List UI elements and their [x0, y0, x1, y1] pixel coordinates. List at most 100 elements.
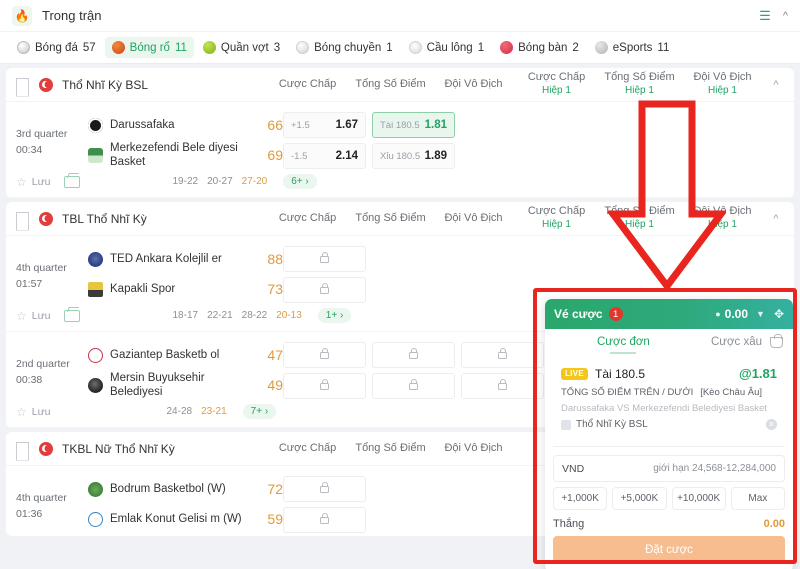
save-label: Lưu	[31, 405, 51, 418]
save-match-button[interactable]: ☆ Lưu	[16, 406, 50, 418]
match-timer: 00:38	[16, 374, 43, 387]
betslip-header: Vé cược 1 ● 0.00 ▼ ✥	[545, 299, 793, 329]
odd-button[interactable]: +1.5 1.67	[283, 112, 366, 138]
star-icon: ☆	[16, 404, 27, 419]
stake-input[interactable]: VND giới hạn 24,568-12,284,000	[553, 455, 785, 482]
quick-amount-button[interactable]: +10,000K	[671, 487, 726, 510]
sport-tab-tennis[interactable]: Quần vợt 3	[196, 37, 287, 58]
odds-column-handicap: +1.5 1.67 -1.5 2.14	[283, 112, 366, 170]
more-markets-button[interactable]: 6+ ›	[283, 174, 317, 189]
sport-tab-esports[interactable]: eSports 11	[588, 37, 677, 58]
market-column-title: Cược Chấp	[527, 205, 586, 218]
home-team-row: Darussafaka 66	[88, 110, 283, 140]
star-icon: ☆	[16, 308, 27, 323]
save-match-button[interactable]: ☆ Lưu	[16, 176, 50, 188]
bookmark-icon[interactable]	[16, 77, 29, 92]
odds-column-handicap	[283, 342, 366, 400]
tab-single-bet[interactable]: Cược đơn	[597, 336, 650, 348]
tab-parlay-bet[interactable]: Cược xâu	[711, 336, 762, 348]
team-score: 49	[267, 377, 283, 393]
match-timer: 01:36	[16, 508, 43, 521]
place-bet-button[interactable]: Đặt cược	[553, 536, 785, 563]
chevron-up-icon[interactable]: ^	[783, 10, 788, 22]
market-column-sub: Hiệp 1	[625, 85, 654, 97]
odd-price: 1.89	[424, 150, 447, 162]
league-name: TKBL Nữ Thổ Nhĩ Kỳ	[62, 441, 175, 456]
team-name: Darussafaka	[110, 118, 175, 131]
bookmark-icon[interactable]	[16, 211, 29, 226]
market-column-winner: Đội Vô Địch	[432, 442, 515, 456]
star-icon: ☆	[16, 174, 27, 189]
more-markets-button[interactable]: 1+ ›	[317, 308, 352, 323]
selection-main: LIVE Tài 180.5 @1.81	[561, 366, 777, 381]
market-column-winner: Đội Vô Địch	[432, 212, 515, 226]
sport-tab-basketball[interactable]: Bóng rổ 11	[104, 37, 194, 58]
market-column-winner-h1: Đội Vô Địch Hiệp 1	[681, 205, 764, 231]
league-header[interactable]: TBL Thổ Nhĩ Kỳ Cược Chấp Tổng Số Điểm Độ…	[6, 202, 794, 236]
sport-tab-label: Bóng đá	[35, 41, 78, 54]
tennis-ball-icon	[202, 41, 216, 54]
market-column-title: Tổng Số Điểm	[604, 205, 675, 218]
betslip-selection: LIVE Tài 180.5 @1.81 TỔNG SỐ ĐIỂM TRÊN /…	[553, 359, 785, 438]
sport-tab-count: 1	[477, 41, 485, 54]
chevron-down-icon[interactable]: ▼	[756, 309, 765, 319]
team-score: 88	[267, 251, 283, 267]
team-name: Bodrum Basketbol (W)	[110, 482, 226, 495]
move-handle-icon[interactable]: ✥	[774, 307, 784, 321]
odds-column-total	[372, 342, 455, 400]
odds-area	[283, 244, 366, 304]
market-column-title: Đội Vô Địch	[444, 77, 503, 90]
live-badge: LIVE	[561, 367, 588, 380]
save-label: Lưu	[31, 309, 51, 322]
away-team-row: Kapakli Spor 73	[88, 274, 283, 304]
lock-icon	[409, 348, 418, 359]
sport-tab-volleyball[interactable]: Bóng chuyền 1	[289, 37, 400, 58]
odd-handicap: +1.5	[291, 119, 310, 131]
team-logo-icon	[88, 481, 103, 497]
sport-tab-count: 11	[174, 41, 187, 54]
odd-handicap: -1.5	[291, 150, 308, 162]
sport-tab-label: Bóng rổ	[129, 41, 170, 54]
market-column-title: Cược Chấp	[278, 77, 337, 90]
list-menu-icon[interactable]: ☰	[759, 9, 771, 22]
collapse-league-icon[interactable]: ^	[768, 213, 784, 225]
top-header: 🔥 Trong trận ☰ ^	[0, 0, 800, 32]
league-header[interactable]: Thổ Nhĩ Kỳ BSL Cược Chấp Tổng Số Điểm Độ…	[6, 68, 794, 102]
odd-handicap: Tài 180.5	[380, 119, 420, 131]
sport-tab-tabletennis[interactable]: Bóng bàn 2	[493, 37, 586, 58]
period-score: 19-22	[172, 176, 199, 187]
sport-tab-soccer[interactable]: Bóng đá 57	[10, 37, 103, 58]
stream-icon[interactable]	[64, 175, 81, 188]
quick-amount-button[interactable]: +1,000K	[553, 487, 608, 510]
period-score-current: 23-21	[201, 406, 227, 417]
close-icon[interactable]: ✕	[766, 419, 777, 430]
basket-icon[interactable]	[770, 333, 783, 348]
match-period: 3rd quarter	[16, 128, 68, 140]
market-column-handicap-h1: Cược Chấp Hiệp 1	[515, 205, 598, 231]
sport-tab-badminton[interactable]: Cầu lông 1	[402, 37, 491, 58]
save-match-button[interactable]: ☆ Lưu	[16, 310, 50, 322]
odd-button[interactable]: Xỉu 180.5 1.89	[372, 143, 455, 169]
market-columns: Cược Chấp Tổng Số Điểm Đội Vô Địch Cược …	[266, 205, 784, 231]
bookmark-icon[interactable]	[16, 441, 29, 456]
odd-price: 1.81	[424, 119, 447, 131]
market-column-sub: Hiệp 1	[708, 219, 737, 231]
more-markets-label: 1+	[325, 310, 338, 321]
period-score: 22-21	[207, 310, 233, 321]
odd-button-selected[interactable]: Tài 180.5 1.81	[372, 112, 455, 138]
odd-button[interactable]: -1.5 2.14	[283, 143, 366, 169]
quick-amount-max-button[interactable]: Max	[730, 487, 785, 510]
team-name: Kapakli Spor	[110, 282, 176, 295]
quick-amount-button[interactable]: +5,000K	[612, 487, 667, 510]
sport-tab-count: 11	[657, 41, 670, 54]
market-column-handicap: Cược Chấp	[266, 442, 349, 456]
more-markets-button[interactable]: 7+ ›	[242, 404, 277, 419]
collapse-league-icon[interactable]: ^	[768, 79, 784, 91]
period-score: 20-27	[207, 176, 233, 187]
match-timer: 01:57	[16, 278, 43, 291]
stream-icon[interactable]	[64, 309, 81, 322]
odd-button-locked	[283, 373, 366, 399]
market-column-title: Cược Chấp	[278, 441, 337, 454]
team-logo-icon	[88, 251, 103, 267]
quick-amounts: +1,000K +5,000K +10,000K Max	[553, 487, 785, 510]
